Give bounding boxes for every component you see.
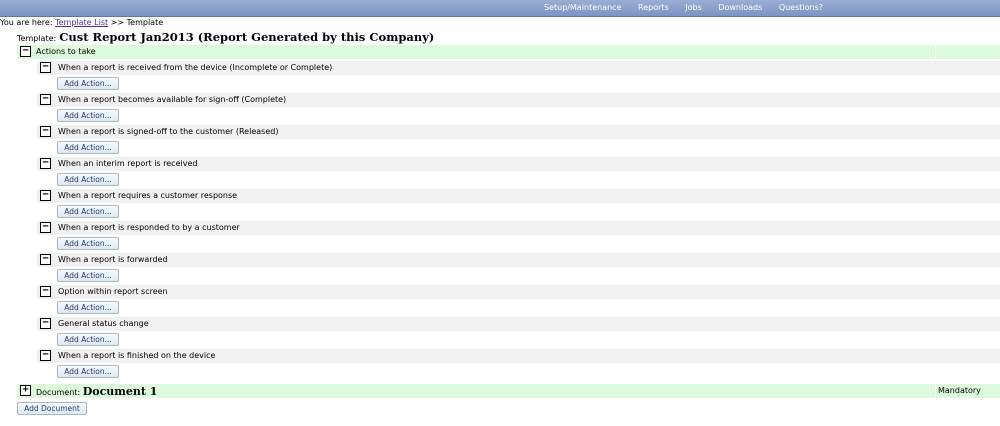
actions-header-label: Actions to take	[36, 47, 96, 56]
trigger-collapse-icon[interactable]: −	[40, 350, 51, 361]
trigger-collapse-icon[interactable]: −	[40, 158, 51, 169]
breadcrumb-current: Template	[126, 18, 164, 27]
trigger-row: General status change	[37, 317, 1000, 331]
trigger-collapse-icon[interactable]: −	[40, 126, 51, 137]
breadcrumb-separator: >>	[110, 18, 125, 27]
nav-jobs[interactable]: Jobs	[685, 3, 702, 12]
trigger-label: When an interim report is received	[58, 159, 198, 168]
trigger-row: When a report is forwarded	[37, 253, 1000, 267]
trigger-row: When a report is received from the devic…	[37, 61, 1000, 75]
trigger-collapse-icon[interactable]: −	[40, 318, 51, 329]
nav-questions[interactable]: Questions?	[779, 3, 823, 12]
trigger-row: When a report is signed-off to the custo…	[37, 125, 1000, 139]
trigger-label: When a report is signed-off to the custo…	[58, 127, 279, 136]
trigger-row: When a report is finished on the device	[37, 349, 1000, 363]
trigger-row: When a report is responded to by a custo…	[37, 221, 1000, 235]
nav-downloads[interactable]: Downloads	[718, 3, 762, 12]
add-action-button[interactable]: Add Action...	[57, 301, 119, 314]
trigger-label: When a report is finished on the device	[58, 351, 216, 360]
trigger-label: Option within report screen	[58, 287, 168, 296]
trigger-label: When a report requires a customer respon…	[58, 191, 238, 200]
document-name[interactable]: Document 1	[83, 385, 158, 398]
add-action-button[interactable]: Add Action...	[57, 205, 119, 218]
trigger-label: When a report is received from the devic…	[58, 63, 333, 72]
trigger-collapse-icon[interactable]: −	[40, 222, 51, 233]
template-label: Template:	[17, 34, 57, 43]
trigger-row: Option within report screen	[37, 285, 1000, 299]
trigger-label: When a report is forwarded	[58, 255, 168, 264]
trigger-row: When a report requires a customer respon…	[37, 189, 1000, 203]
breadcrumb-template-list-link[interactable]: Template List	[55, 18, 108, 27]
template-title: Template: Cust Report Jan2013 (Report Gen…	[17, 30, 434, 44]
top-navigation-bar: Setup/Maintenance Reports Jobs Downloads…	[0, 0, 1000, 17]
trigger-collapse-icon[interactable]: −	[40, 190, 51, 201]
trigger-label: When a report becomes available for sign…	[58, 95, 287, 104]
add-action-button[interactable]: Add Action...	[57, 237, 119, 250]
template-name: Cust Report Jan2013 (Report Generated by…	[59, 30, 435, 44]
trigger-collapse-icon[interactable]: −	[40, 94, 51, 105]
nav-reports[interactable]: Reports	[638, 3, 669, 12]
trigger-row: When a report becomes available for sign…	[37, 93, 1000, 107]
trigger-collapse-icon[interactable]: −	[40, 254, 51, 265]
add-action-button[interactable]: Add Action...	[57, 333, 119, 346]
actions-collapse-icon[interactable]: −	[20, 46, 31, 57]
add-document-button[interactable]: Add Document	[17, 402, 87, 415]
nav-setup-maintenance[interactable]: Setup/Maintenance	[544, 3, 622, 12]
add-action-button[interactable]: Add Action...	[57, 365, 119, 378]
nav-links: Setup/Maintenance Reports Jobs Downloads…	[544, 3, 837, 12]
add-action-button[interactable]: Add Action...	[57, 109, 119, 122]
breadcrumb: You are here: Template List >> Template	[0, 18, 163, 27]
add-action-button[interactable]: Add Action...	[57, 269, 119, 282]
add-action-button[interactable]: Add Action...	[57, 77, 119, 90]
trigger-row: When an interim report is received	[37, 157, 1000, 171]
document-status: Mandatory	[938, 386, 981, 395]
document-expand-icon[interactable]: +	[20, 385, 31, 396]
breadcrumb-prefix: You are here:	[0, 18, 53, 27]
actions-section-header: Actions to take	[17, 45, 1000, 59]
trigger-label: When a report is responded to by a custo…	[58, 223, 240, 232]
document-section-header: Document: Document 1 Mandatory	[17, 384, 1000, 398]
add-action-button[interactable]: Add Action...	[57, 173, 119, 186]
trigger-collapse-icon[interactable]: −	[40, 286, 51, 297]
add-action-button[interactable]: Add Action...	[57, 141, 119, 154]
document-label: Document:	[36, 388, 81, 397]
trigger-collapse-icon[interactable]: −	[40, 62, 51, 73]
trigger-label: General status change	[58, 319, 149, 328]
